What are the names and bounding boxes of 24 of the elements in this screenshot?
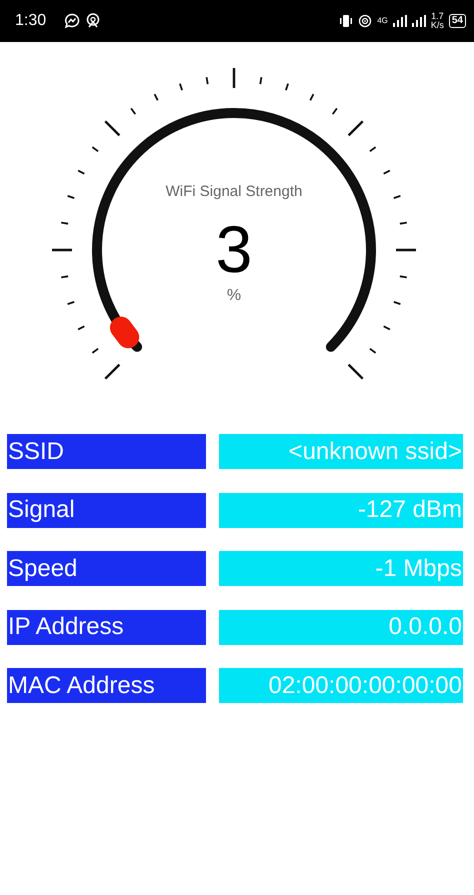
gauge-title: WiFi Signal Strength [166,183,302,200]
clock: 1:30 [15,12,46,30]
field-label: MAC Address [7,668,206,703]
vibrate-icon [339,14,354,28]
network-type: 4G [377,17,388,25]
signal-icon [392,15,407,27]
data-speed-unit: K/s [430,21,444,30]
field-value: 0.0.0.0 [219,610,463,644]
field-value: <unknown ssid> [219,434,463,469]
field-value: 02:00:00:00:00:00 [219,668,463,703]
field-value: -127 dBm [219,492,463,528]
field-label: IP Address [7,610,206,644]
gauge-unit: % [226,287,242,304]
field-label: SSID [7,434,206,469]
data-speed: 1.7 [431,12,444,21]
chat-bubble-icon [64,13,80,29]
field-value: -1 Mbps [219,551,463,586]
hotspot-icon [358,14,372,28]
battery-level: 54 [448,14,466,28]
gauge-value: 3 [216,212,252,286]
signal-icon [412,15,426,27]
field-label: Speed [7,551,206,586]
location-icon [86,13,100,29]
field-label: Signal [7,492,206,528]
